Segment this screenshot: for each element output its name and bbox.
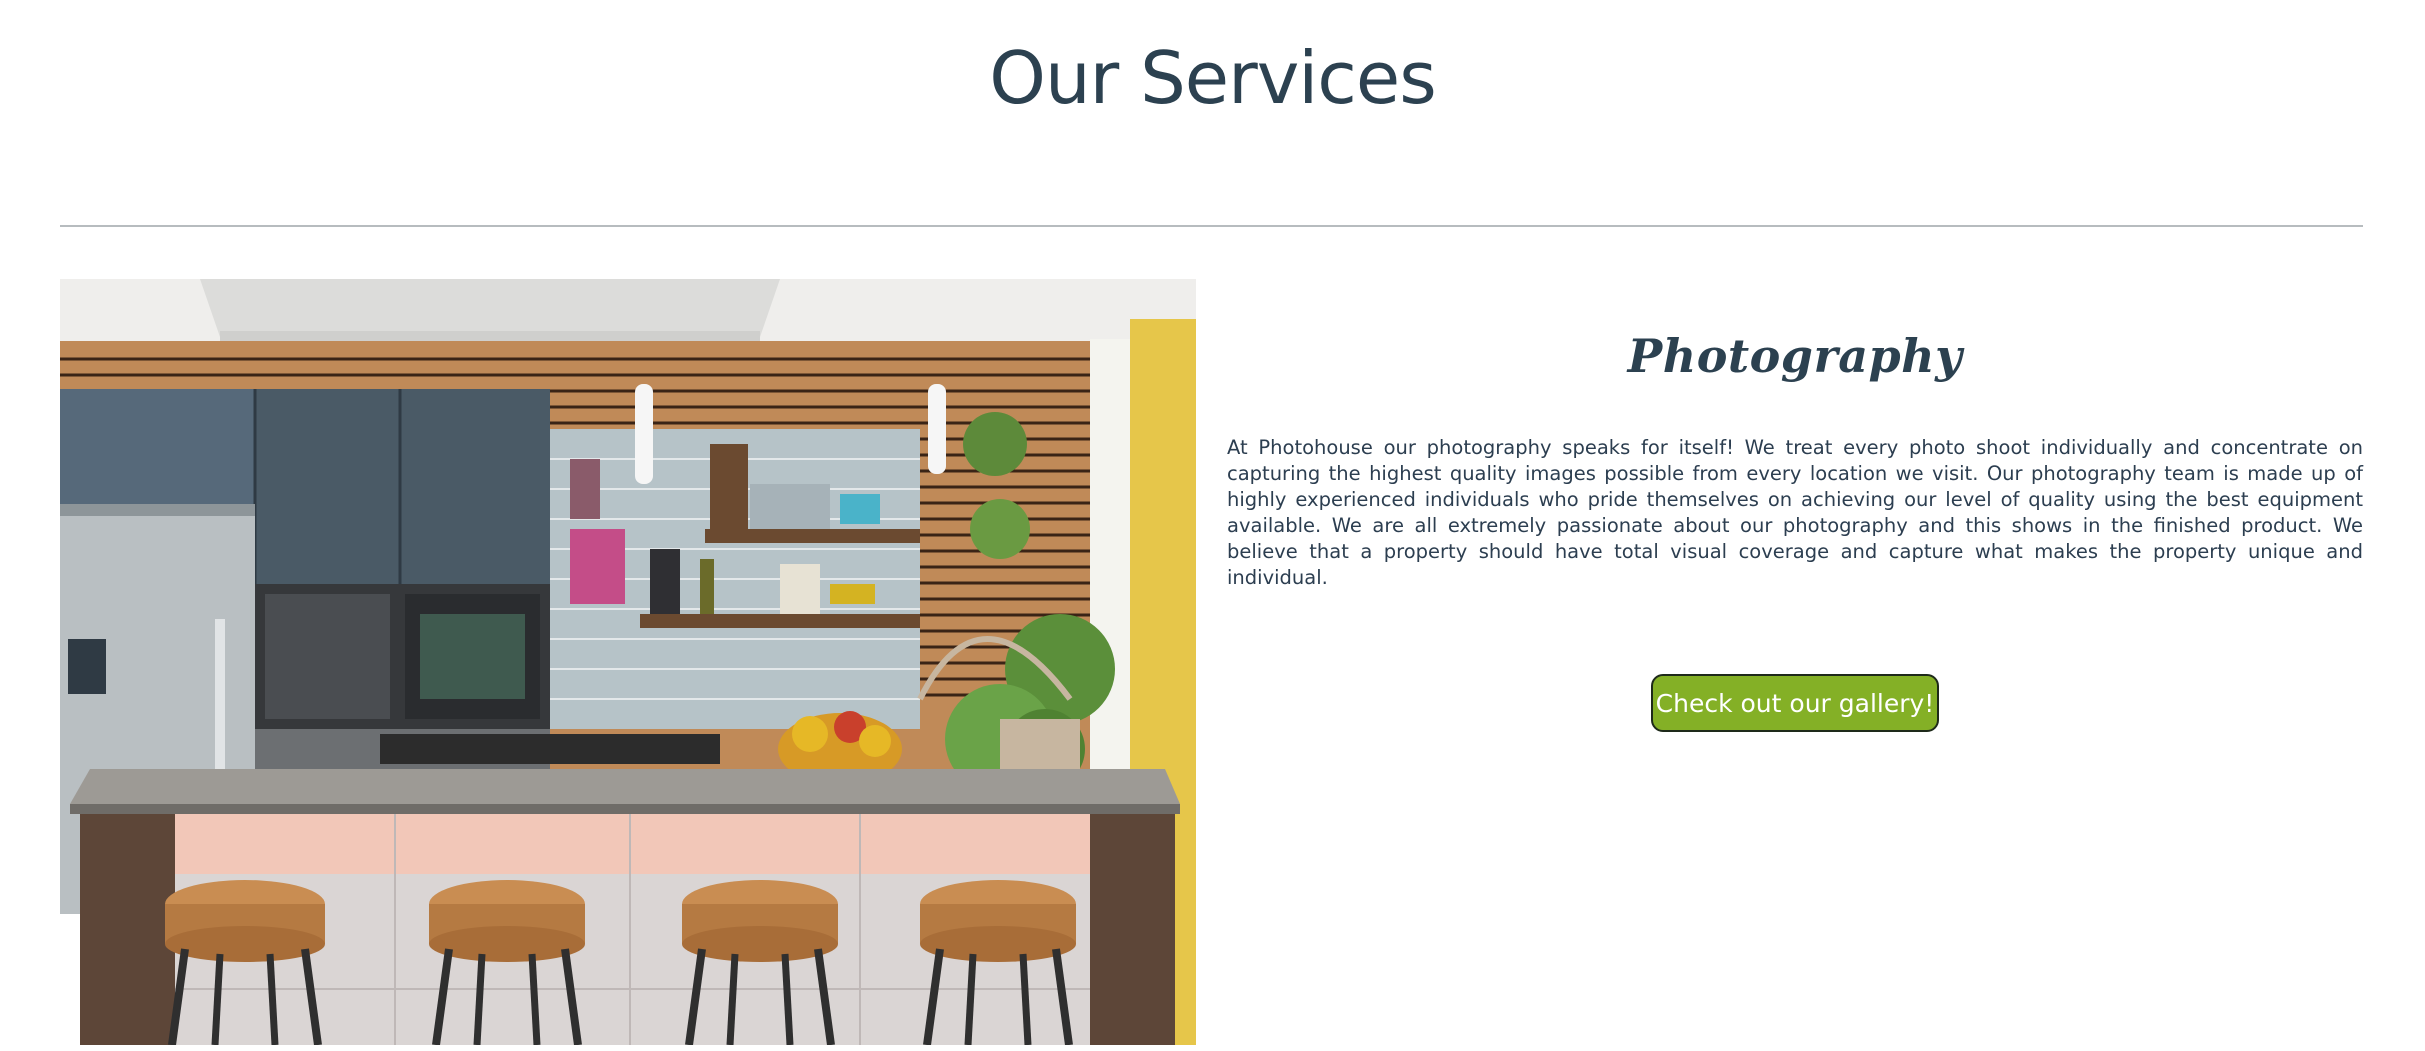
page-title: Our Services: [989, 36, 1436, 120]
kitchen-photo: [60, 279, 1196, 1045]
service-description: At Photohouse our photography speaks for…: [1227, 436, 2363, 589]
services-page: Our Services Photography At Photohouse o…: [0, 0, 2425, 1051]
section-divider: [60, 225, 2363, 227]
gallery-button[interactable]: Check out our gallery!: [1651, 674, 1939, 732]
service-heading: Photography: [1627, 329, 1963, 383]
